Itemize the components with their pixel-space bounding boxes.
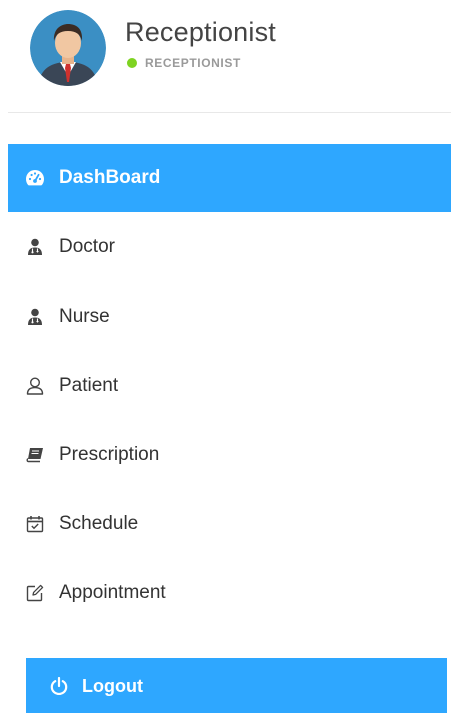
menu-item-label: Schedule [59, 513, 139, 534]
menu-item-label: Prescription [59, 444, 160, 465]
logout-button[interactable]: Logout [26, 658, 447, 713]
profile-name: Receptionist [125, 17, 276, 47]
menu-item-appointment[interactable]: Appointment [8, 559, 451, 627]
dashboard-icon [24, 167, 46, 189]
menu-item-doctor[interactable]: Doctor [8, 213, 451, 281]
user-profile: Receptionist RECEPTIONIST [0, 0, 451, 112]
menu-item-label: Nurse [59, 306, 110, 327]
menu-item-label: DashBoard [59, 167, 161, 188]
menu-item-label: Patient [59, 375, 119, 396]
menu-item-label: Appointment [59, 582, 166, 603]
user-md-icon [24, 306, 46, 328]
book-icon [24, 444, 46, 466]
user-icon [24, 375, 46, 397]
menu-item-dashboard[interactable]: DashBoard [8, 144, 451, 212]
sidebar: Receptionist RECEPTIONIST DashBoard Doct… [0, 0, 451, 713]
logout-label: Logout [82, 675, 143, 696]
menu-item-prescription[interactable]: Prescription [8, 421, 451, 489]
online-status-dot [127, 58, 137, 68]
menu-item-label: Doctor [59, 236, 115, 257]
avatar[interactable] [30, 10, 106, 86]
role-label: RECEPTIONIST [145, 56, 241, 70]
user-md-icon [24, 236, 46, 258]
menu-item-schedule[interactable]: Schedule [8, 490, 451, 558]
menu-item-nurse[interactable]: Nurse [8, 283, 451, 351]
power-icon [48, 675, 70, 697]
menu-item-patient[interactable]: Patient [8, 352, 451, 420]
calendar-check-icon [24, 513, 46, 535]
edit-icon [24, 582, 46, 604]
divider [8, 112, 451, 113]
profile-role: RECEPTIONIST [127, 56, 241, 70]
avatar-image [30, 10, 106, 86]
